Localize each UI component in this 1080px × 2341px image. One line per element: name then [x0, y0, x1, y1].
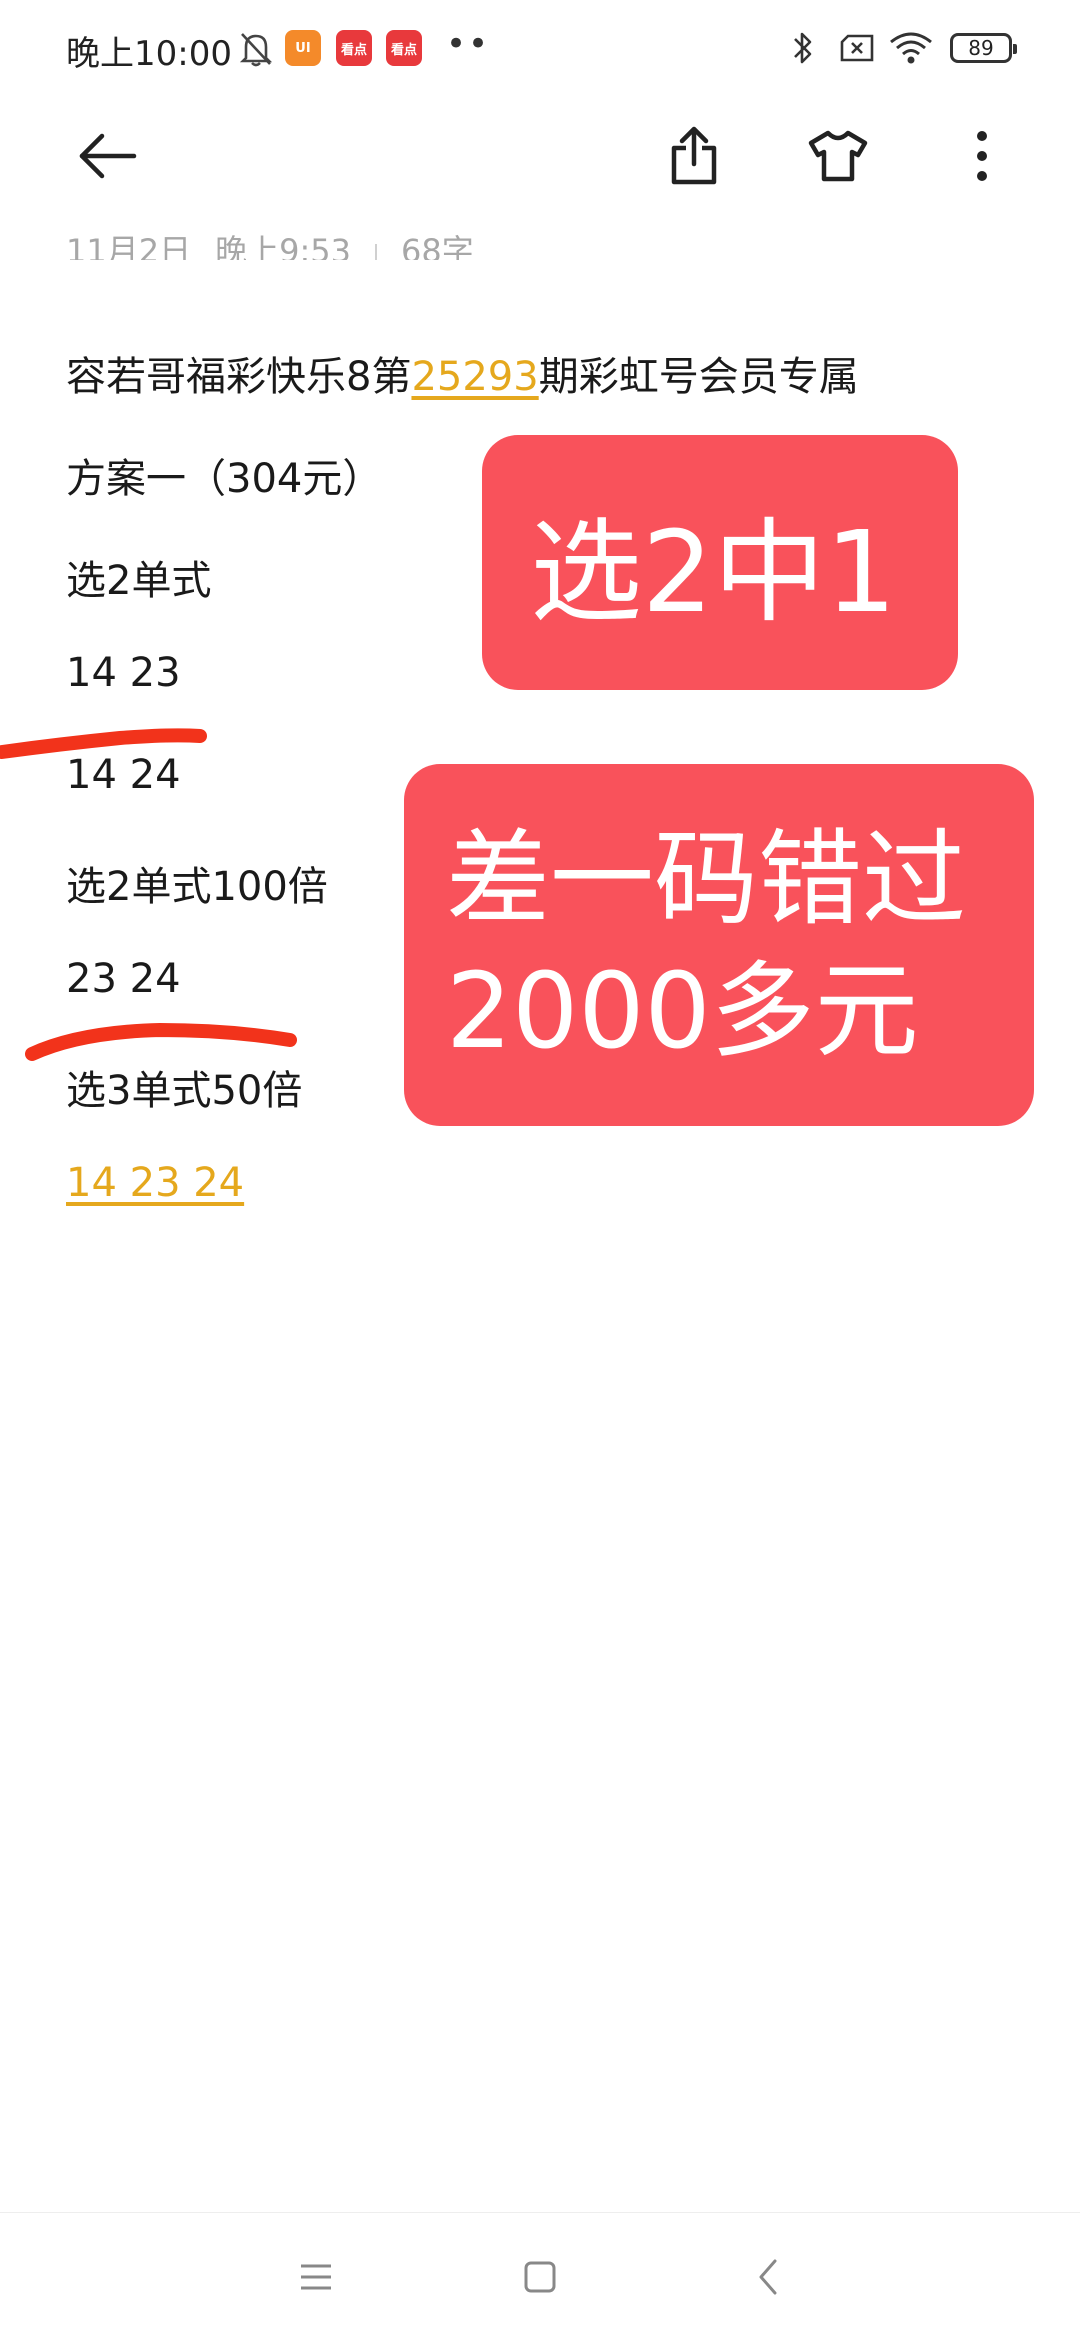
recent-apps-button[interactable]: [284, 2245, 348, 2309]
share-button[interactable]: [654, 116, 734, 196]
wifi-icon: [888, 30, 934, 70]
app-notification-icon: UI: [285, 30, 321, 66]
overlay-missed-line2: 2000多元: [446, 950, 919, 1072]
more-notifications-indicator: ••: [446, 24, 491, 64]
note-title-issue: 25293: [411, 354, 539, 400]
theme-button[interactable]: [798, 116, 878, 196]
meta-divider: [374, 244, 377, 260]
overlay-missed-by-one: 差一码错过 2000多元: [404, 764, 1034, 1126]
note-char-count: 68字: [400, 232, 474, 260]
more-options-button[interactable]: [942, 116, 1022, 196]
note-time: 晚上9:53: [215, 232, 351, 260]
toolbar: [0, 96, 1080, 216]
status-bar: 晚上10:00 UI 看点 看点 •• 89: [0, 0, 1080, 96]
note-title[interactable]: 容若哥福彩快乐8第25293期彩虹号会员专属: [66, 344, 859, 402]
arrow-left-icon: [79, 133, 137, 179]
kandian-notification-icon: 看点: [336, 30, 372, 66]
menu-icon: [301, 2264, 331, 2290]
overlay-missed-line1: 差一码错过: [446, 818, 967, 940]
note-line: 选2单式100倍: [66, 864, 328, 910]
battery-indicator: 89: [950, 33, 1017, 63]
note-title-prefix: 容若哥福彩快乐8第: [66, 354, 412, 400]
kandian-notification-icon-2: 看点: [386, 30, 422, 66]
note-line: 14 24: [66, 752, 181, 798]
home-square-icon: [524, 2261, 556, 2293]
system-nav-bar: [0, 2212, 1080, 2341]
note-line: 23 24: [66, 956, 181, 1002]
note-date: 11月2日: [66, 232, 192, 260]
note-line: 14 23: [66, 650, 181, 696]
bluetooth-icon: [790, 28, 816, 72]
share-icon: [671, 126, 717, 185]
note-line: 选2单式: [66, 558, 212, 604]
note-meta: 11月2日 晚上9:53 68字: [66, 214, 474, 260]
home-button[interactable]: [508, 2245, 572, 2309]
nav-back-button[interactable]: [736, 2245, 800, 2309]
tshirt-icon: [808, 130, 868, 182]
overlay-select2-hit1: 选2中1: [482, 435, 958, 690]
note-line-highlighted[interactable]: 14 23 24: [66, 1160, 244, 1206]
no-sim-icon: [838, 34, 876, 66]
back-button[interactable]: [68, 116, 148, 196]
more-vertical-icon: [977, 131, 987, 181]
chevron-left-icon: [759, 2259, 777, 2295]
status-time: 晚上10:00: [66, 34, 232, 74]
bell-mute-icon: [238, 30, 274, 72]
note-title-suffix: 期彩虹号会员专属: [538, 354, 859, 400]
note-line: 方案一（304元）: [66, 456, 383, 502]
note-line: 选3单式50倍: [66, 1068, 303, 1114]
